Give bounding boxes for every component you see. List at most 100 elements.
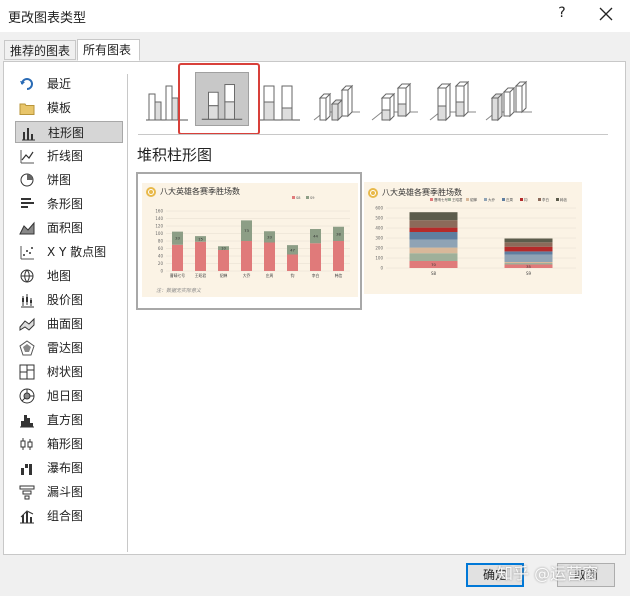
subtype-3d-stacked-column[interactable]	[368, 72, 422, 126]
bar-segment	[504, 238, 553, 243]
sidebar-item-label: 雷达图	[47, 341, 84, 355]
sidebar-item-label: 地图	[47, 269, 72, 283]
sidebar-item-bar-chart[interactable]: 条形图	[15, 193, 123, 215]
legend-swatch	[306, 196, 309, 199]
sidebar-item-combo-chart[interactable]: 组合图	[15, 505, 123, 527]
bar-segment	[504, 263, 553, 265]
legend-label: 王昭君	[452, 197, 463, 202]
sidebar-item-sunburst-chart[interactable]: 旭日图	[15, 385, 123, 407]
sidebar-item-waterfall-chart[interactable]: 瀑布图	[15, 457, 123, 479]
sidebar-item-folder[interactable]: 模板	[15, 97, 123, 119]
preview-option-2[interactable]: 八大英雄各赛季胜场数 曹晴七号 王昭君 貂蝉 大乔 庄周钧李白 韩信 600 500 400 30…	[364, 182, 582, 294]
sidebar-item-label: 模板	[47, 101, 72, 115]
y-tick-label: 100	[375, 256, 383, 261]
bar-s8	[172, 244, 183, 271]
sidebar-item-surface-chart[interactable]: 曲面图	[15, 313, 123, 335]
sidebar-item-box-whisker-chart[interactable]: 箱形图	[15, 433, 123, 455]
sidebar-item-label: 树状图	[47, 365, 84, 379]
sidebar-item-label: 柱形图	[48, 126, 85, 140]
x-tick-label: 钧	[291, 273, 295, 278]
legend-label: S8	[296, 196, 300, 200]
bar-segment	[504, 262, 553, 263]
tab-recommended-charts[interactable]: 推荐的图表	[4, 40, 76, 60]
bar-segment	[504, 242, 553, 247]
3d-percent-stacked-column-icon	[429, 80, 476, 122]
bar-segment	[504, 254, 553, 262]
area-chart-icon	[19, 220, 35, 236]
y-tick-label: 40	[158, 254, 164, 259]
sidebar-item-treemap-chart[interactable]: 树状图	[15, 361, 123, 383]
title-bar: 更改图表类型 ?	[0, 0, 630, 32]
sidebar-item-column-chart[interactable]: 柱形图	[15, 121, 123, 143]
bar-segment	[409, 247, 458, 254]
preview-2-chart-area: 八大英雄各赛季胜场数 曹晴七号 王昭君 貂蝉 大乔 庄周钧李白 韩信 600 500 400 30…	[364, 182, 582, 294]
sunburst-chart-icon	[19, 388, 35, 404]
y-tick-label: 60	[158, 246, 164, 251]
sidebar-item-line-chart[interactable]: 折线图	[15, 145, 123, 167]
sidebar-item-area-chart[interactable]: 面积图	[15, 217, 123, 239]
subtype-3d-100-percent-stacked-column[interactable]	[426, 72, 480, 126]
sidebar-item-map-chart[interactable]: 地图	[15, 265, 123, 287]
sidebar-item-label: 直方图	[47, 413, 84, 427]
sidebar-item-label: 最近	[47, 77, 72, 91]
sidebar-item-scatter-chart[interactable]: X Y 散点图	[15, 241, 123, 263]
sidebar-item-pie-chart[interactable]: 饼图	[15, 169, 123, 191]
histogram-chart-icon	[19, 412, 35, 428]
legend-swatch	[430, 198, 433, 201]
close-button[interactable]	[596, 4, 616, 24]
bar-chart-icon	[19, 196, 35, 212]
treemap-chart-icon	[19, 364, 35, 380]
watermark-text: 知乎 @运营窗	[497, 564, 599, 583]
3d-stacked-column-icon	[371, 82, 418, 122]
sidebar-item-label: 漏斗图	[47, 485, 84, 499]
legend-label: 大乔	[488, 197, 496, 202]
legend-swatch	[466, 198, 469, 201]
y-tick-label: 100	[155, 231, 163, 236]
bar-s8	[287, 254, 298, 271]
preview-1-chart-area: 八大英雄各赛季胜场数 S8 S9 160 140 120 100 80 60 40 20 0 33 曹晴…	[142, 183, 358, 297]
subtype-100-percent-stacked-column[interactable]	[252, 72, 306, 126]
y-tick-label: 80	[158, 239, 164, 244]
preview-2-plot: 曹晴七号 王昭君 貂蝉 大乔 庄周 钧 李白 韩信 600 500 400 300 200 100 0 70 S…	[375, 197, 576, 276]
y-tick-label: 600	[375, 206, 383, 211]
annotation-highlight-box	[178, 63, 260, 135]
data-label: 73	[244, 228, 249, 233]
sidebar-item-radar-chart[interactable]: 雷达图	[15, 337, 123, 359]
x-tick-label: 李白	[312, 273, 320, 278]
legend-swatch	[448, 198, 451, 201]
tab-all-charts[interactable]: 所有图表	[77, 39, 140, 61]
subtype-3d-column[interactable]	[482, 72, 536, 126]
preview-option-1[interactable]: 八大英雄各赛季胜场数 S8 S9 160 140 120 100 80 60 40 20 0 33 曹晴…	[136, 172, 362, 310]
bar-s8	[310, 243, 321, 271]
y-tick-label: 200	[375, 246, 383, 251]
y-tick-label: 140	[155, 216, 163, 221]
x-tick-label: 貂蝉	[220, 273, 228, 278]
subtype-divider	[138, 134, 608, 135]
data-label: 15	[198, 236, 203, 241]
sidebar-item-label: 箱形图	[47, 437, 84, 451]
legend-label: 韩信	[560, 197, 568, 202]
y-tick-label: 300	[375, 236, 383, 241]
box-whisker-chart-icon	[19, 436, 35, 452]
sidebar-item-undo[interactable]: 最近	[15, 73, 123, 95]
sidebar-item-label: 曲面图	[47, 317, 84, 331]
y-tick-label: 0	[160, 269, 163, 274]
map-chart-icon	[19, 268, 35, 284]
sidebar-item-label: 旭日图	[47, 389, 84, 403]
combo-chart-icon	[19, 508, 35, 524]
legend-swatch	[556, 198, 559, 201]
data-label: 10	[221, 246, 226, 251]
subtype-3d-clustered-column[interactable]	[310, 72, 364, 126]
data-label: 47	[290, 247, 295, 252]
stock-chart-icon	[19, 292, 35, 308]
data-label: 33	[267, 234, 272, 239]
legend-label: 李白	[542, 197, 549, 202]
radar-chart-icon	[19, 340, 35, 356]
sidebar-item-funnel-chart[interactable]: 漏斗图	[15, 481, 123, 503]
surface-chart-icon	[19, 316, 35, 332]
y-tick-label: 0	[380, 266, 383, 271]
help-button[interactable]: ?	[553, 5, 571, 21]
sidebar-item-histogram-chart[interactable]: 直方图	[15, 409, 123, 431]
sidebar-item-stock-chart[interactable]: 股价图	[15, 289, 123, 311]
bar-segment	[504, 246, 553, 252]
